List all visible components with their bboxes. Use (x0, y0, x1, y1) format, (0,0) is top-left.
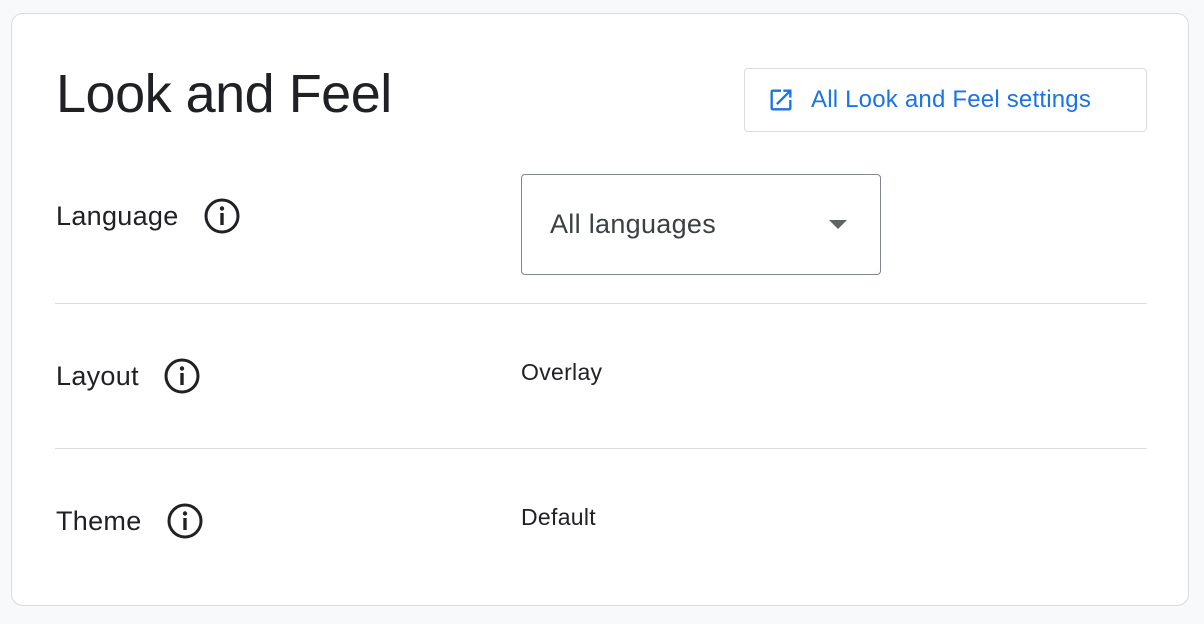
layout-row-label: Layout (56, 357, 201, 395)
theme-info-icon[interactable] (166, 502, 204, 540)
layout-info-icon[interactable] (163, 357, 201, 395)
layout-label: Layout (56, 360, 139, 391)
divider (55, 448, 1147, 449)
all-settings-label: All Look and Feel settings (811, 86, 1092, 113)
open-in-new-icon (767, 86, 795, 114)
language-row-label: Language (56, 197, 241, 235)
all-settings-button[interactable]: All Look and Feel settings (744, 68, 1147, 132)
look-and-feel-card: Look and Feel All Look and Feel settings… (11, 13, 1189, 606)
language-info-icon[interactable] (203, 197, 241, 235)
layout-value: Overlay (521, 359, 603, 385)
dropdown-arrow-icon (829, 220, 847, 229)
page-title: Look and Feel (56, 64, 392, 124)
language-label: Language (56, 200, 179, 231)
theme-row-label: Theme (56, 502, 204, 540)
theme-label: Theme (56, 505, 142, 536)
language-select-value: All languages (550, 209, 717, 239)
divider (55, 303, 1147, 304)
theme-value: Default (521, 504, 596, 530)
language-select[interactable]: All languages (521, 174, 881, 275)
